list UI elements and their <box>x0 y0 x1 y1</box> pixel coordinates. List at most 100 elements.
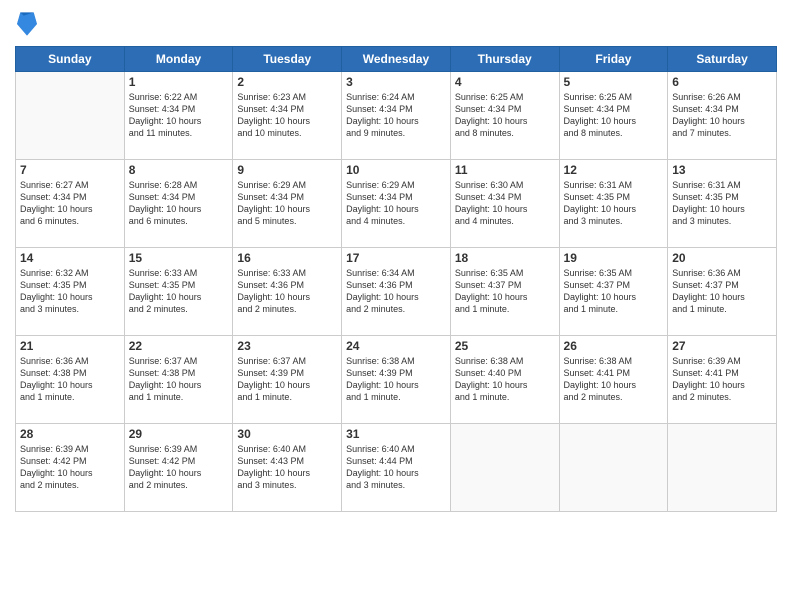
calendar-day-cell: 25 Sunrise: 6:38 AM Sunset: 4:40 PM Dayli… <box>450 336 559 424</box>
calendar-day-cell: 26 Sunrise: 6:38 AM Sunset: 4:41 PM Dayli… <box>559 336 668 424</box>
day-number: 12 <box>564 163 664 177</box>
day-info: Sunrise: 6:33 AM Sunset: 4:35 PM Dayligh… <box>129 267 229 316</box>
day-number: 19 <box>564 251 664 265</box>
calendar-day-cell: 10 Sunrise: 6:29 AM Sunset: 4:34 PM Dayli… <box>342 160 451 248</box>
day-number: 6 <box>672 75 772 89</box>
calendar-day-cell: 3Sunrise: 6:24 AM Sunset: 4:34 PM Daylig… <box>342 72 451 160</box>
day-info: Sunrise: 6:23 AM Sunset: 4:34 PM Dayligh… <box>237 91 337 140</box>
day-number: 17 <box>346 251 446 265</box>
calendar-day-cell <box>668 424 777 512</box>
day-number: 27 <box>672 339 772 353</box>
day-number: 29 <box>129 427 229 441</box>
day-number: 15 <box>129 251 229 265</box>
calendar-week-row: 14 Sunrise: 6:32 AM Sunset: 4:35 PM Dayli… <box>16 248 777 336</box>
day-info: Sunrise: 6:25 AM Sunset: 4:34 PM Dayligh… <box>455 91 555 140</box>
calendar-day-cell: 24 Sunrise: 6:38 AM Sunset: 4:39 PM Dayli… <box>342 336 451 424</box>
day-number: 5 <box>564 75 664 89</box>
calendar-week-row: 21 Sunrise: 6:36 AM Sunset: 4:38 PM Dayli… <box>16 336 777 424</box>
day-number: 7 <box>20 163 120 177</box>
day-number: 1 <box>129 75 229 89</box>
calendar-day-header: Monday <box>124 47 233 72</box>
day-number: 30 <box>237 427 337 441</box>
day-number: 23 <box>237 339 337 353</box>
day-info: Sunrise: 6:24 AM Sunset: 4:34 PM Dayligh… <box>346 91 446 140</box>
day-number: 31 <box>346 427 446 441</box>
calendar-table: SundayMondayTuesdayWednesdayThursdayFrid… <box>15 46 777 512</box>
day-info: Sunrise: 6:37 AM Sunset: 4:38 PM Dayligh… <box>129 355 229 404</box>
day-info: Sunrise: 6:25 AM Sunset: 4:34 PM Dayligh… <box>564 91 664 140</box>
day-number: 24 <box>346 339 446 353</box>
calendar-week-row: 28 Sunrise: 6:39 AM Sunset: 4:42 PM Dayli… <box>16 424 777 512</box>
day-number: 10 <box>346 163 446 177</box>
day-info: Sunrise: 6:28 AM Sunset: 4:34 PM Dayligh… <box>129 179 229 228</box>
calendar-day-cell: 30 Sunrise: 6:40 AM Sunset: 4:43 PM Dayli… <box>233 424 342 512</box>
day-info: Sunrise: 6:29 AM Sunset: 4:34 PM Dayligh… <box>346 179 446 228</box>
day-info: Sunrise: 6:35 AM Sunset: 4:37 PM Dayligh… <box>455 267 555 316</box>
calendar-day-cell: 15 Sunrise: 6:33 AM Sunset: 4:35 PM Dayli… <box>124 248 233 336</box>
calendar-day-cell: 18 Sunrise: 6:35 AM Sunset: 4:37 PM Dayli… <box>450 248 559 336</box>
calendar-week-row: 7Sunrise: 6:27 AM Sunset: 4:34 PM Daylig… <box>16 160 777 248</box>
calendar-header-row: SundayMondayTuesdayWednesdayThursdayFrid… <box>16 47 777 72</box>
day-info: Sunrise: 6:26 AM Sunset: 4:34 PM Dayligh… <box>672 91 772 140</box>
calendar-day-header: Sunday <box>16 47 125 72</box>
day-info: Sunrise: 6:31 AM Sunset: 4:35 PM Dayligh… <box>564 179 664 228</box>
day-info: Sunrise: 6:31 AM Sunset: 4:35 PM Dayligh… <box>672 179 772 228</box>
day-number: 2 <box>237 75 337 89</box>
calendar-day-cell: 11Sunrise: 6:30 AM Sunset: 4:34 PM Dayli… <box>450 160 559 248</box>
calendar-day-cell: 14 Sunrise: 6:32 AM Sunset: 4:35 PM Dayli… <box>16 248 125 336</box>
calendar-day-cell: 4 Sunrise: 6:25 AM Sunset: 4:34 PM Daylig… <box>450 72 559 160</box>
calendar-day-cell: 9Sunrise: 6:29 AM Sunset: 4:34 PM Daylig… <box>233 160 342 248</box>
day-info: Sunrise: 6:36 AM Sunset: 4:37 PM Dayligh… <box>672 267 772 316</box>
calendar-day-cell: 6 Sunrise: 6:26 AM Sunset: 4:34 PM Daylig… <box>668 72 777 160</box>
day-number: 25 <box>455 339 555 353</box>
calendar-day-cell <box>450 424 559 512</box>
day-number: 26 <box>564 339 664 353</box>
day-info: Sunrise: 6:38 AM Sunset: 4:40 PM Dayligh… <box>455 355 555 404</box>
day-number: 18 <box>455 251 555 265</box>
day-info: Sunrise: 6:37 AM Sunset: 4:39 PM Dayligh… <box>237 355 337 404</box>
calendar-week-row: 1 Sunrise: 6:22 AM Sunset: 4:34 PM Daylig… <box>16 72 777 160</box>
calendar-day-header: Saturday <box>668 47 777 72</box>
day-info: Sunrise: 6:39 AM Sunset: 4:42 PM Dayligh… <box>20 443 120 492</box>
calendar-day-cell: 21 Sunrise: 6:36 AM Sunset: 4:38 PM Dayli… <box>16 336 125 424</box>
day-number: 9 <box>237 163 337 177</box>
calendar-day-cell: 29 Sunrise: 6:39 AM Sunset: 4:42 PM Dayli… <box>124 424 233 512</box>
calendar-day-cell <box>16 72 125 160</box>
calendar-day-cell: 16 Sunrise: 6:33 AM Sunset: 4:36 PM Dayli… <box>233 248 342 336</box>
day-info: Sunrise: 6:40 AM Sunset: 4:44 PM Dayligh… <box>346 443 446 492</box>
calendar-day-cell: 20 Sunrise: 6:36 AM Sunset: 4:37 PM Dayli… <box>668 248 777 336</box>
calendar-day-cell: 1 Sunrise: 6:22 AM Sunset: 4:34 PM Daylig… <box>124 72 233 160</box>
day-number: 13 <box>672 163 772 177</box>
day-number: 20 <box>672 251 772 265</box>
calendar-day-cell: 23 Sunrise: 6:37 AM Sunset: 4:39 PM Dayli… <box>233 336 342 424</box>
day-info: Sunrise: 6:33 AM Sunset: 4:36 PM Dayligh… <box>237 267 337 316</box>
calendar-day-cell: 8 Sunrise: 6:28 AM Sunset: 4:34 PM Daylig… <box>124 160 233 248</box>
calendar-day-header: Tuesday <box>233 47 342 72</box>
day-info: Sunrise: 6:22 AM Sunset: 4:34 PM Dayligh… <box>129 91 229 140</box>
calendar-day-cell: 13 Sunrise: 6:31 AM Sunset: 4:35 PM Dayli… <box>668 160 777 248</box>
day-info: Sunrise: 6:36 AM Sunset: 4:38 PM Dayligh… <box>20 355 120 404</box>
calendar-day-cell: 27Sunrise: 6:39 AM Sunset: 4:41 PM Dayli… <box>668 336 777 424</box>
calendar-day-cell: 5 Sunrise: 6:25 AM Sunset: 4:34 PM Daylig… <box>559 72 668 160</box>
calendar-day-cell: 12 Sunrise: 6:31 AM Sunset: 4:35 PM Dayli… <box>559 160 668 248</box>
calendar-day-cell: 7Sunrise: 6:27 AM Sunset: 4:34 PM Daylig… <box>16 160 125 248</box>
day-info: Sunrise: 6:38 AM Sunset: 4:39 PM Dayligh… <box>346 355 446 404</box>
day-number: 16 <box>237 251 337 265</box>
day-number: 4 <box>455 75 555 89</box>
calendar-day-cell: 28 Sunrise: 6:39 AM Sunset: 4:42 PM Dayli… <box>16 424 125 512</box>
day-info: Sunrise: 6:39 AM Sunset: 4:42 PM Dayligh… <box>129 443 229 492</box>
day-info: Sunrise: 6:40 AM Sunset: 4:43 PM Dayligh… <box>237 443 337 492</box>
day-info: Sunrise: 6:32 AM Sunset: 4:35 PM Dayligh… <box>20 267 120 316</box>
day-number: 14 <box>20 251 120 265</box>
day-number: 21 <box>20 339 120 353</box>
calendar-day-cell: 17Sunrise: 6:34 AM Sunset: 4:36 PM Dayli… <box>342 248 451 336</box>
day-info: Sunrise: 6:38 AM Sunset: 4:41 PM Dayligh… <box>564 355 664 404</box>
calendar-day-header: Thursday <box>450 47 559 72</box>
logo-icon <box>17 10 37 38</box>
calendar-day-cell <box>559 424 668 512</box>
calendar-day-cell: 2 Sunrise: 6:23 AM Sunset: 4:34 PM Daylig… <box>233 72 342 160</box>
day-number: 8 <box>129 163 229 177</box>
day-number: 28 <box>20 427 120 441</box>
calendar-day-cell: 22Sunrise: 6:37 AM Sunset: 4:38 PM Dayli… <box>124 336 233 424</box>
calendar-day-cell: 31 Sunrise: 6:40 AM Sunset: 4:44 PM Dayli… <box>342 424 451 512</box>
